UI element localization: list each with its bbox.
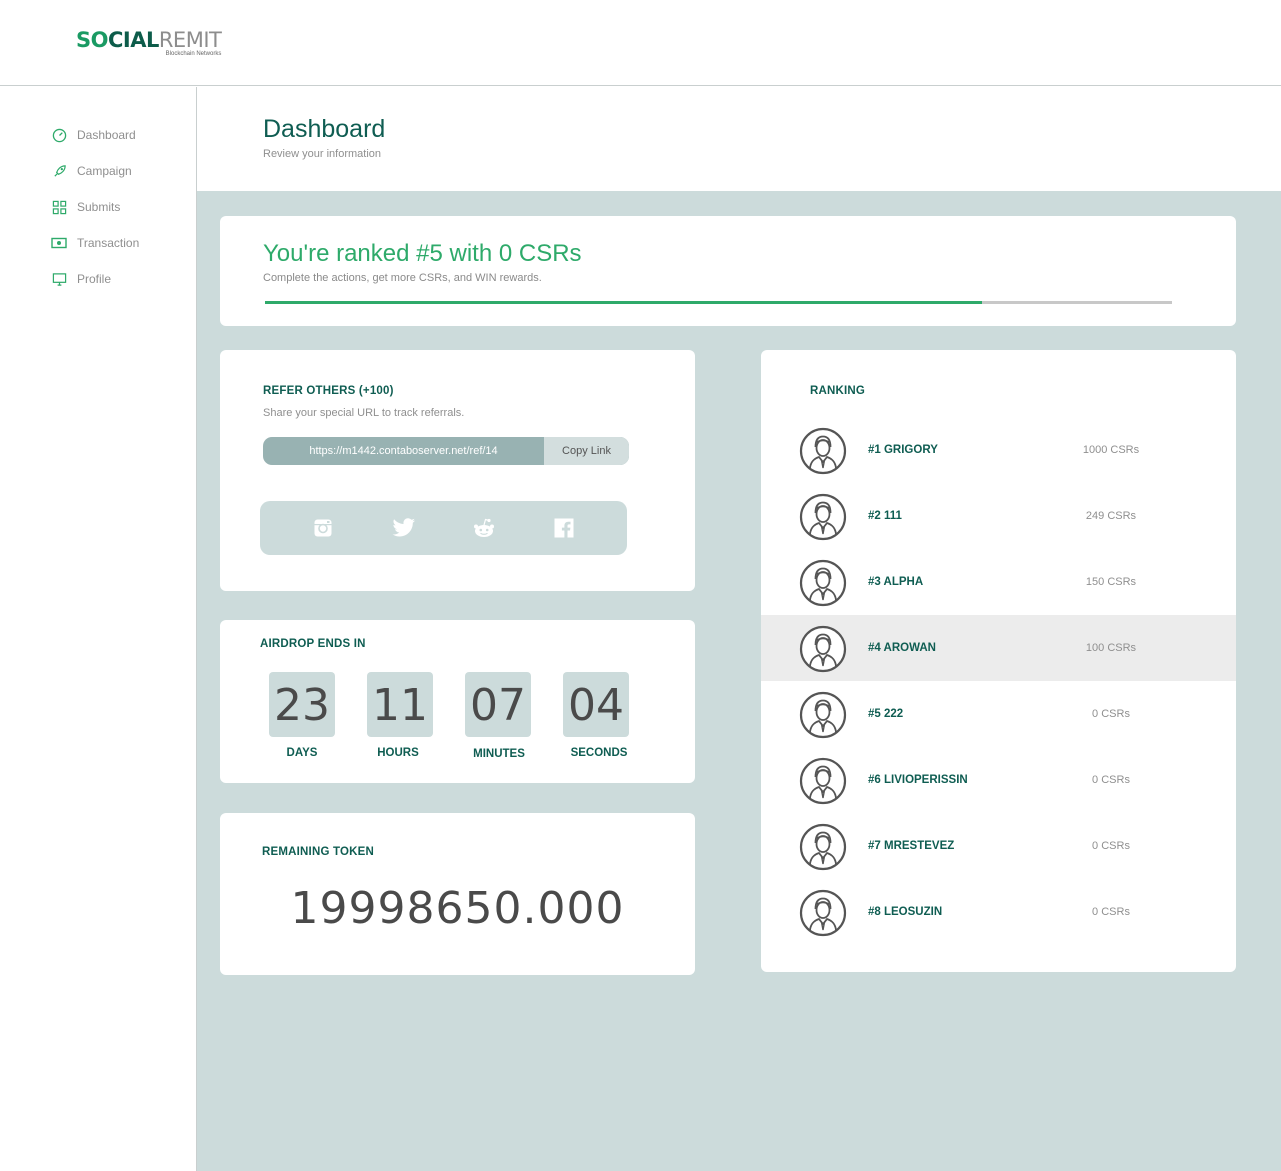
social-share-bar [260, 501, 627, 555]
refer-card: REFER OTHERS (+100) Share your special U… [220, 350, 695, 591]
countdown-hours-label: HOURS [377, 747, 419, 759]
logo-tagline: Blockchain Networks [165, 51, 222, 57]
grid-icon [50, 198, 68, 216]
countdown-seconds-label: SECONDS [570, 747, 628, 759]
ranking-row: #8 LEOSUZIN 0 CSRs [761, 879, 1236, 945]
twitter-icon[interactable] [392, 518, 416, 538]
rank-description: Complete the actions, get more CSRs, and… [263, 272, 542, 284]
ranking-user-points: 249 CSRs [1085, 510, 1137, 522]
reddit-icon[interactable] [472, 518, 496, 538]
sidebar-item-transaction[interactable]: Transaction [50, 233, 139, 253]
page-subtitle: Review your information [263, 148, 381, 160]
ranking-user-points: 150 CSRs [1085, 576, 1137, 588]
ranking-row: #3 ALPHA 150 CSRs [761, 549, 1236, 615]
countdown-minutes: 07 [465, 672, 531, 737]
ranking-card: RANKING #1 GRIGORY 1000 CSRs #2 111 249 CSR… [761, 350, 1236, 972]
countdown-minutes-label: MINUTES [473, 748, 525, 760]
copy-link-button[interactable]: Copy Link [544, 437, 629, 465]
ranking-user-name: #1 GRIGORY [868, 444, 938, 456]
referral-url[interactable]: https://m1442.contaboserver.net/ref/14 [263, 437, 544, 465]
token-value: 19998650.000 [290, 883, 625, 934]
page-header: Dashboard Review your information [197, 87, 1281, 191]
ranking-user-points: 0 CSRs [1092, 774, 1130, 786]
main-content: You're ranked #5 with 0 CSRs Complete th… [197, 191, 1281, 1171]
referral-url-box: https://m1442.contaboserver.net/ref/14 C… [263, 437, 629, 465]
avatar [799, 559, 847, 607]
ranking-user-name: #2 111 [868, 510, 902, 522]
sidebar-item-profile[interactable]: Profile [50, 269, 111, 289]
ranking-title: RANKING [810, 385, 866, 397]
ranking-row: #7 MRESTEVEZ 0 CSRs [761, 813, 1236, 879]
ranking-user-points: 0 CSRs [1092, 840, 1130, 852]
ranking-user-points: 100 CSRs [1085, 642, 1137, 654]
sidebar-item-label: Transaction [77, 236, 140, 250]
remaining-token-card: REMAINING TOKEN 19998650.000 [220, 813, 695, 975]
logo[interactable]: SOCIALREMIT Blockchain Networks [76, 28, 222, 57]
refer-title: REFER OTHERS (+100) [263, 385, 394, 397]
airdrop-countdown-card: AIRDROP ENDS IN 23 11 07 04 DAYS HOURS M… [220, 620, 695, 783]
logo-wordmark: SOCIALREMIT [76, 28, 222, 52]
avatar [799, 691, 847, 739]
avatar [799, 427, 847, 475]
refer-description: Share your special URL to track referral… [263, 407, 465, 419]
countdown-days: 23 [269, 672, 335, 737]
ranking-user-name: #5 222 [868, 708, 904, 720]
page-title: Dashboard [263, 115, 386, 143]
ranking-user-name: #6 LIVIOPERISSIN [868, 774, 968, 786]
airdrop-title: AIRDROP ENDS IN [260, 638, 366, 650]
facebook-icon[interactable] [554, 518, 574, 538]
ranking-user-name: #7 MRESTEVEZ [868, 840, 955, 852]
token-title: REMAINING TOKEN [262, 846, 375, 858]
rank-summary-card: You're ranked #5 with 0 CSRs Complete th… [220, 216, 1236, 326]
rocket-icon [50, 162, 68, 180]
countdown-hours: 11 [367, 672, 433, 737]
sidebar-item-label: Campaign [77, 164, 132, 178]
ranking-user-name: #3 ALPHA [868, 576, 924, 588]
ranking-row: #1 GRIGORY 1000 CSRs [761, 417, 1236, 483]
avatar [799, 757, 847, 805]
sidebar-item-dashboard[interactable]: Dashboard [50, 125, 136, 145]
avatar [799, 625, 847, 673]
speedometer-icon [50, 126, 68, 144]
ranking-user-points: 0 CSRs [1092, 906, 1130, 918]
countdown-days-label: DAYS [286, 747, 318, 759]
sidebar-item-label: Submits [77, 200, 121, 214]
instagram-icon[interactable] [313, 518, 333, 538]
rank-progress-bar [265, 301, 1172, 304]
money-icon [50, 234, 68, 252]
ranking-row: #5 222 0 CSRs [761, 681, 1236, 747]
rank-headline: You're ranked #5 with 0 CSRs [263, 240, 582, 267]
sidebar-item-submits[interactable]: Submits [50, 197, 120, 217]
sidebar-item-label: Profile [77, 272, 112, 286]
ranking-user-name: #4 AROWAN [868, 642, 936, 654]
sidebar: Dashboard Campaign Submits Transaction P… [0, 87, 197, 1171]
ranking-row: #2 111 249 CSRs [761, 483, 1236, 549]
ranking-row: #4 AROWAN 100 CSRs [761, 615, 1236, 681]
ranking-user-name: #8 LEOSUZIN [868, 906, 943, 918]
ranking-row: #6 LIVIOPERISSIN 0 CSRs [761, 747, 1236, 813]
ranking-user-points: 1000 CSRs [1082, 444, 1140, 456]
top-bar: SOCIALREMIT Blockchain Networks [0, 0, 1281, 86]
rank-progress-fill [265, 301, 982, 304]
sidebar-item-campaign[interactable]: Campaign [50, 161, 132, 181]
sidebar-item-label: Dashboard [77, 128, 136, 142]
avatar [799, 889, 847, 937]
countdown-seconds: 04 [563, 672, 629, 737]
avatar [799, 493, 847, 541]
monitor-icon [50, 270, 68, 288]
avatar [799, 823, 847, 871]
ranking-user-points: 0 CSRs [1092, 708, 1130, 720]
